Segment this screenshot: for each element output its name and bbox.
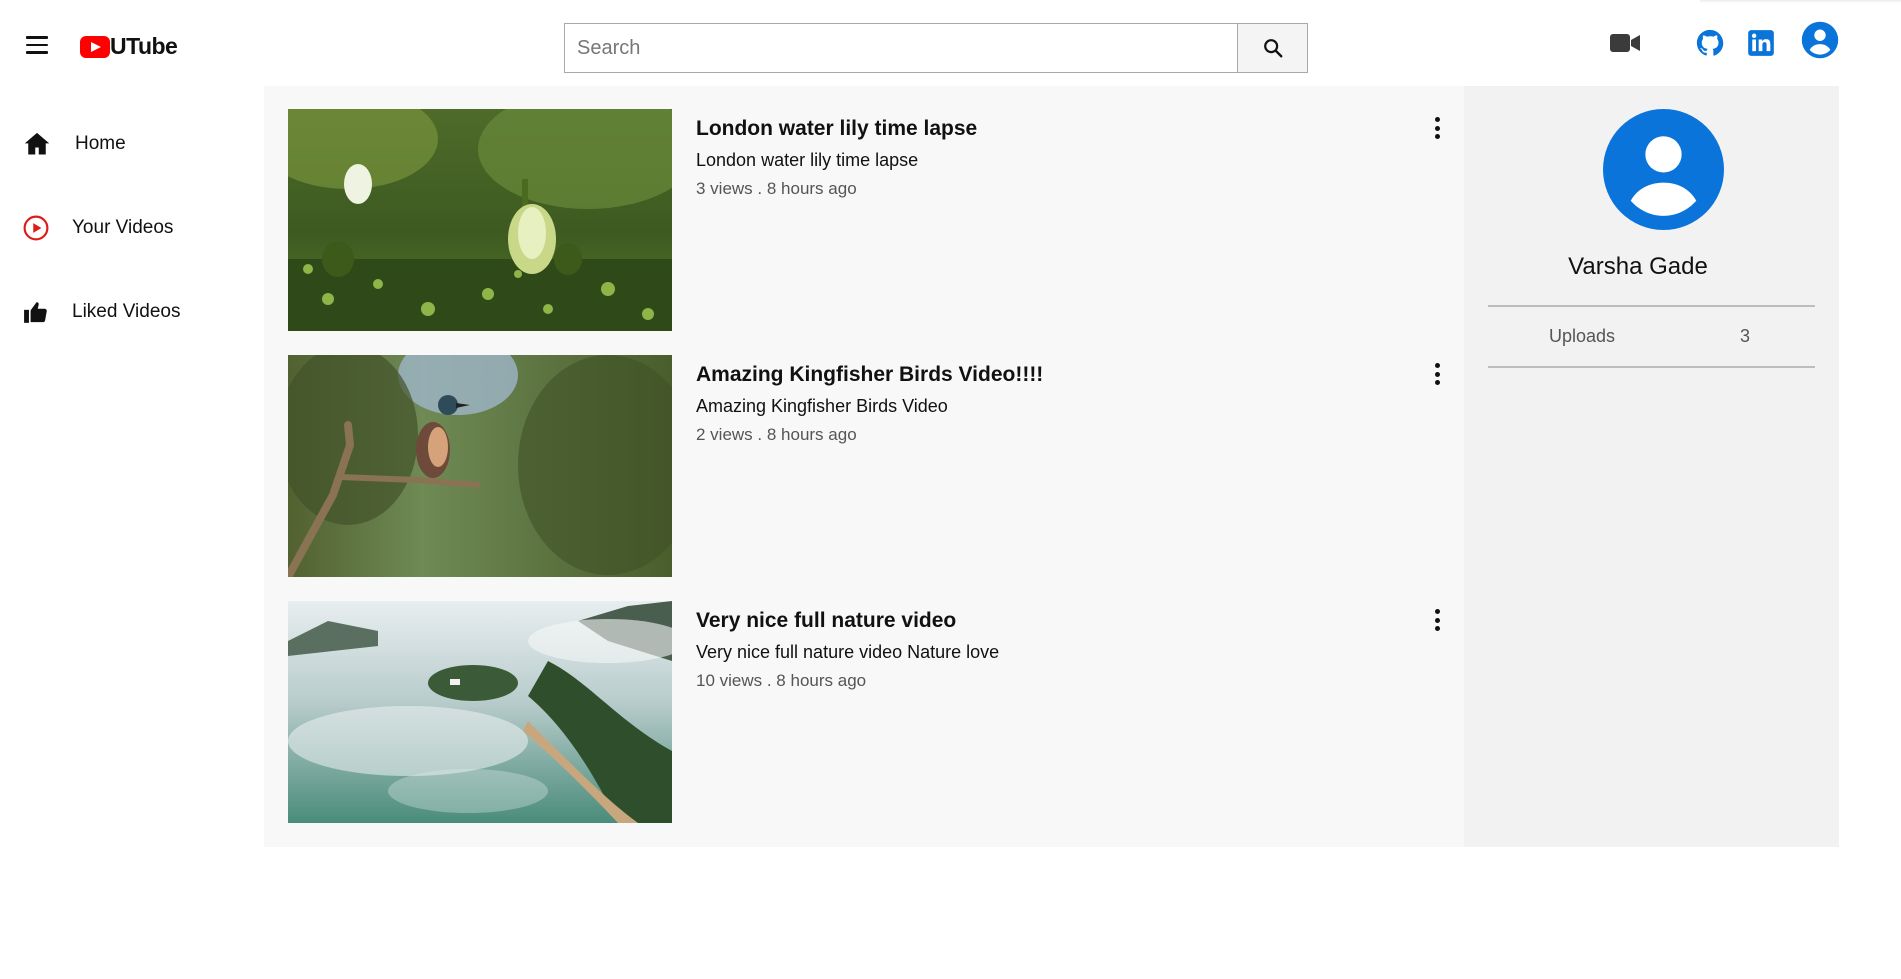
video-meta: 2 views . 8 hours ago [696, 425, 857, 444]
sidebar-item-label: Liked Videos [72, 301, 181, 322]
video-card: London water lily time lapse London wate… [288, 109, 1448, 331]
upload-video-button[interactable] [1608, 30, 1642, 56]
divider [1488, 305, 1815, 307]
video-thumbnail[interactable] [288, 355, 672, 577]
github-icon [1696, 29, 1724, 56]
sidebar-item-your-videos[interactable]: Your Videos [0, 200, 250, 256]
search-button[interactable] [1237, 23, 1308, 73]
video-title[interactable]: Amazing Kingfisher Birds Video!!!! [696, 363, 1043, 387]
search-input[interactable] [564, 23, 1237, 73]
header-shadow [1700, 0, 1901, 3]
video-meta: 3 views . 8 hours ago [696, 179, 857, 198]
video-description: Very nice full nature video Nature love [696, 642, 1000, 662]
video-title[interactable]: London water lily time lapse [696, 117, 977, 141]
hamburger-menu-icon[interactable] [26, 36, 48, 54]
more-options-icon[interactable] [1431, 115, 1443, 141]
search-icon [1263, 39, 1282, 58]
account-circle-icon [1603, 109, 1724, 230]
sidebar-item-home[interactable]: Home [0, 116, 250, 172]
home-icon [22, 129, 52, 159]
video-card: Amazing Kingfisher Birds Video!!!! Amazi… [288, 355, 1448, 577]
sidebar-item-liked-videos[interactable]: Liked Videos [0, 284, 250, 340]
video-card: Very nice full nature video Very nice fu… [288, 601, 1448, 823]
uploads-label: Uploads [1549, 326, 1616, 346]
play-logo-icon [80, 35, 110, 58]
linkedin-link[interactable] [1746, 28, 1776, 58]
top-header: UTube [0, 0, 1901, 86]
play-circle-icon [22, 214, 50, 242]
search-bar [564, 23, 1308, 73]
video-camera-icon [1610, 34, 1640, 52]
thumbs-up-icon [22, 298, 50, 326]
profile-panel: Varsha Gade Uploads 3 [1464, 86, 1839, 847]
linkedin-icon [1748, 30, 1774, 56]
video-description: Amazing Kingfisher Birds Video [696, 396, 948, 416]
video-description: London water lily time lapse [696, 150, 919, 170]
uploads-count: 3 [1740, 326, 1751, 346]
avatar [1603, 109, 1724, 230]
github-link[interactable] [1695, 28, 1725, 58]
video-thumbnail[interactable] [288, 109, 672, 331]
video-thumbnail[interactable] [288, 601, 672, 823]
video-title[interactable]: Very nice full nature video [696, 609, 956, 633]
video-feed: London water lily time lapse London wate… [264, 86, 1464, 847]
utube-logo[interactable]: UTube [80, 33, 178, 60]
divider [1488, 366, 1815, 368]
sidebar-item-label: Home [75, 133, 126, 154]
video-meta: 10 views . 8 hours ago [696, 671, 867, 690]
account-circle-icon [1801, 21, 1839, 59]
more-options-icon[interactable] [1431, 361, 1443, 387]
logo-text: UTube [110, 33, 178, 59]
sidebar-item-label: Your Videos [72, 217, 174, 238]
profile-name: Varsha Gade [1568, 253, 1708, 280]
account-button[interactable] [1801, 21, 1839, 59]
more-options-icon[interactable] [1431, 607, 1443, 633]
